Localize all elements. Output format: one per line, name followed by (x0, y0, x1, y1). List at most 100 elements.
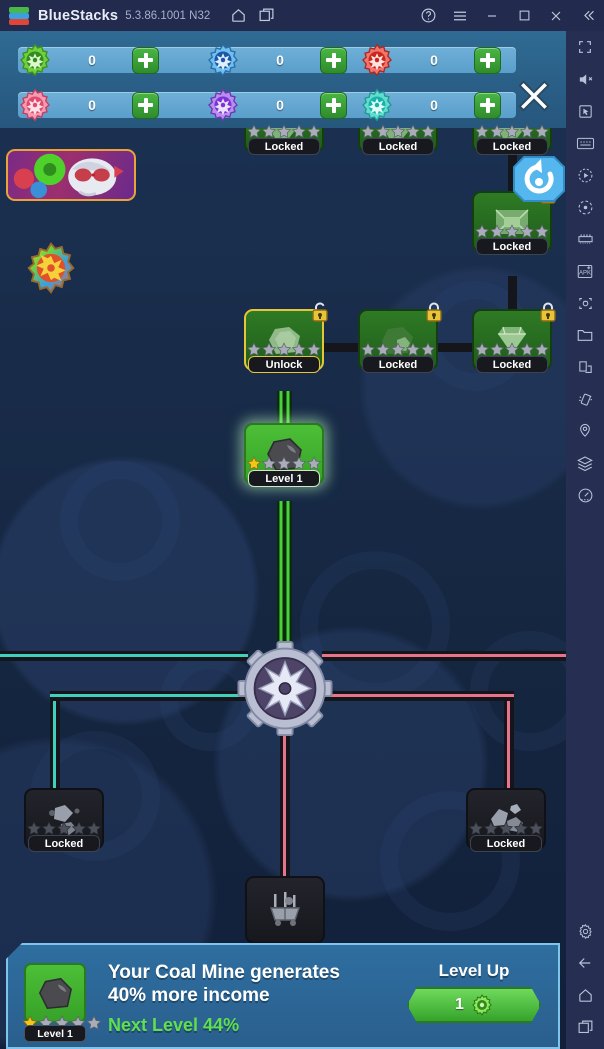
promo-banner[interactable] (6, 149, 136, 201)
tree-node-ore[interactable]: Locked (358, 302, 442, 373)
star-icon (375, 342, 391, 356)
connector-hub-right (322, 651, 566, 661)
star-icon (534, 124, 550, 138)
star-icon (246, 124, 262, 138)
star-icon (261, 456, 277, 470)
keyboard-controls-icon[interactable] (566, 127, 604, 159)
red-gear-icon (362, 43, 392, 77)
promo-artwork (13, 153, 124, 199)
node-card[interactable]: Locked (358, 302, 442, 373)
resource-green[interactable]: 0 (18, 43, 198, 77)
star-icon (504, 124, 520, 138)
star-icon (504, 342, 520, 356)
media-manager-icon[interactable] (566, 319, 604, 351)
gamepad-icon[interactable] (566, 223, 604, 255)
star-icon (474, 342, 490, 356)
banner-headline-2: 40% more income (108, 985, 270, 1006)
lock-icon (426, 302, 442, 322)
node-card[interactable] (245, 876, 325, 944)
maximize-icon[interactable] (508, 0, 540, 31)
star-icon (276, 342, 292, 356)
fullscreen-icon[interactable] (566, 31, 604, 63)
mute-icon[interactable] (566, 63, 604, 95)
tree-node-stone[interactable]: Unlock (244, 302, 328, 373)
banner-next-level: Next Level 44% (108, 1015, 240, 1035)
node-stars (474, 224, 550, 239)
tree-node-minecart[interactable] (245, 876, 325, 944)
star-icon (474, 224, 490, 238)
tree-node-diamond[interactable]: Locked (472, 302, 556, 373)
banner-coal-icon (24, 963, 86, 1023)
node-card[interactable]: Level 1 (244, 423, 324, 487)
node-stars (246, 342, 322, 357)
star-icon (489, 224, 505, 238)
add-blue-button[interactable] (320, 46, 347, 74)
location-icon[interactable] (566, 415, 604, 447)
star-icon (513, 821, 529, 835)
resource-value: 0 (276, 52, 284, 68)
tree-node-silver-locked[interactable]: Locked (24, 788, 104, 852)
star-icon-filled (246, 456, 262, 470)
resource-teal[interactable]: 0 (360, 88, 540, 122)
performance-icon[interactable] (566, 479, 604, 511)
hub-gear-icon[interactable] (236, 641, 334, 736)
add-red-button[interactable] (474, 46, 501, 74)
node-card[interactable]: Locked (24, 788, 104, 852)
tree-node-coal-active[interactable]: Level 1 (244, 423, 324, 487)
star-icon (390, 124, 406, 138)
cursor-icon[interactable] (566, 95, 604, 127)
star-icon (519, 342, 535, 356)
add-teal-button[interactable] (474, 91, 501, 119)
resource-pink[interactable]: 0 (18, 88, 198, 122)
shake-icon[interactable] (566, 383, 604, 415)
node-card[interactable]: Locked (472, 302, 556, 373)
layers-icon[interactable] (566, 447, 604, 479)
menu-icon[interactable] (444, 0, 476, 31)
resource-purple[interactable]: 0 (206, 88, 386, 122)
recents-icon[interactable] (566, 1011, 604, 1043)
node-card[interactable]: Locked (466, 788, 546, 852)
collapse-icon[interactable] (572, 0, 604, 31)
add-pink-button[interactable] (132, 91, 159, 119)
multi-instance-manager-icon[interactable] (566, 351, 604, 383)
resource-red[interactable]: 0 (360, 43, 540, 77)
node-card[interactable]: Unlock (244, 302, 328, 373)
star-icon (489, 124, 505, 138)
star-icon (534, 224, 550, 238)
star-icon (489, 342, 505, 356)
multi-instance-icon[interactable] (252, 0, 280, 31)
star-icon (306, 456, 322, 470)
close-resource-panel-button[interactable] (514, 75, 554, 115)
node-unlock-button[interactable]: Unlock (248, 356, 320, 373)
add-purple-button[interactable] (320, 91, 347, 119)
home-icon[interactable] (224, 0, 252, 31)
macro-recorder-icon[interactable] (566, 159, 604, 191)
refresh-button[interactable] (512, 155, 566, 203)
install-apk-icon[interactable]: APK (566, 255, 604, 287)
help-icon[interactable] (412, 0, 444, 31)
tree-node-rocks-locked[interactable]: Locked (466, 788, 546, 852)
game-viewport[interactable]: Locked Locked Locked Locked Unlock Locke… (0, 31, 566, 1049)
star-icon (498, 821, 514, 835)
settings-icon[interactable] (566, 915, 604, 947)
close-icon[interactable] (540, 0, 572, 31)
resource-blue[interactable]: 0 (206, 43, 386, 77)
minimize-icon[interactable] (476, 0, 508, 31)
star-icon (483, 821, 499, 835)
screenshot-icon[interactable] (566, 287, 604, 319)
star-icon (291, 456, 307, 470)
node-level-label: Level 1 (248, 470, 320, 487)
resource-panel: 0 0 0 0 0 0 (0, 31, 566, 128)
upgrade-banner[interactable]: Level 1 Your Coal Mine generates 40% mor… (6, 943, 560, 1049)
window-controls (412, 0, 604, 31)
home-icon[interactable] (566, 979, 604, 1011)
add-green-button[interactable] (132, 46, 159, 74)
central-gear-hub[interactable] (236, 641, 334, 736)
green-gear-icon (471, 994, 493, 1016)
star-icon (86, 1015, 102, 1030)
back-icon[interactable] (566, 947, 604, 979)
level-up-button[interactable]: 1 (407, 987, 541, 1023)
star-icon (41, 821, 57, 835)
rotate-icon[interactable] (566, 191, 604, 223)
rainbow-gear-icon[interactable] (24, 241, 78, 295)
